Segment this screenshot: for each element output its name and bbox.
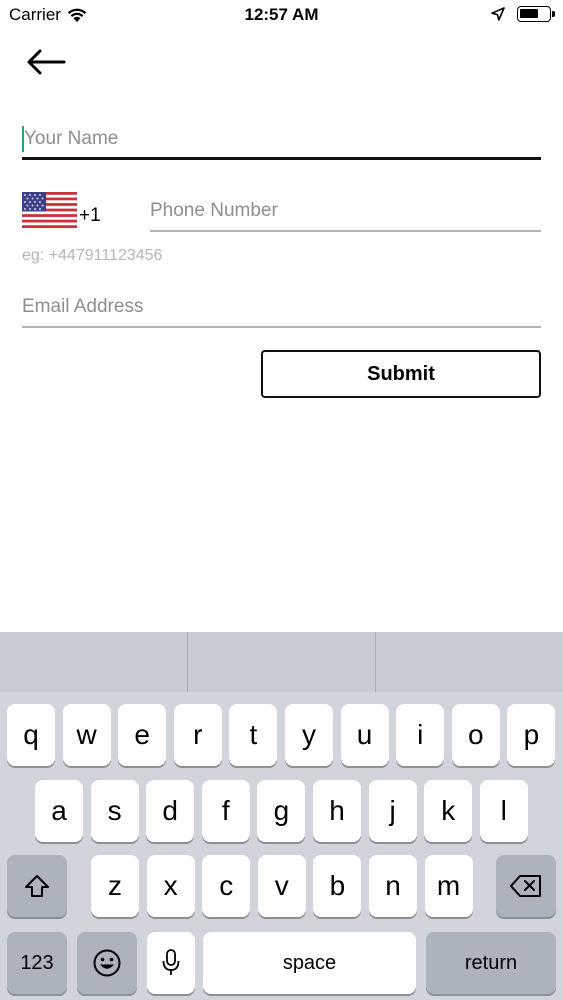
key-b[interactable]: b [313, 855, 362, 917]
carrier-group: Carrier [9, 5, 87, 25]
key-n[interactable]: n [369, 855, 417, 917]
suggestion-divider [375, 632, 376, 692]
key-v[interactable]: v [257, 855, 306, 917]
suggestion-divider [187, 632, 188, 692]
text-cursor [22, 126, 24, 152]
backspace-icon [510, 875, 541, 897]
key-z[interactable]: z [91, 855, 139, 917]
key-d[interactable]: d [146, 780, 195, 842]
status-bar: Carrier 12:57 AM [0, 0, 563, 30]
wifi-icon [67, 8, 87, 22]
submit-button[interactable]: Submit [261, 350, 541, 398]
battery-icon [517, 6, 555, 22]
key-l[interactable]: l [479, 780, 528, 842]
backspace-key[interactable] [496, 855, 556, 917]
key-m[interactable]: m [424, 855, 473, 917]
key-a[interactable]: a [35, 780, 83, 842]
key-p[interactable]: p [507, 704, 556, 766]
phone-field-container [150, 192, 541, 232]
email-field-container [22, 288, 541, 328]
name-input[interactable] [22, 120, 541, 157]
key-o[interactable]: o [451, 704, 500, 766]
key-x[interactable]: x [146, 855, 195, 917]
space-key[interactable]: space [203, 932, 416, 994]
shift-icon [25, 875, 49, 897]
email-input[interactable] [22, 288, 541, 326]
key-h[interactable]: h [313, 780, 361, 842]
dial-code: +1 [79, 205, 101, 226]
location-arrow-icon [491, 7, 505, 21]
us-flag-icon[interactable] [22, 192, 77, 228]
key-e[interactable]: e [118, 704, 167, 766]
key-u[interactable]: u [340, 704, 389, 766]
key-t[interactable]: t [229, 704, 278, 766]
emoji-key[interactable] [77, 932, 137, 994]
shift-key[interactable] [7, 855, 67, 917]
back-button[interactable] [24, 44, 68, 80]
key-c[interactable]: c [202, 855, 251, 917]
key-q[interactable]: q [7, 704, 55, 766]
key-s[interactable]: s [90, 780, 139, 842]
numbers-key[interactable]: 123 [7, 932, 67, 994]
keyboard: qwertyuiop asdfghjkl zxcvbnm 123 space r… [0, 632, 563, 1000]
suggestion-bar[interactable] [0, 632, 563, 692]
key-g[interactable]: g [257, 780, 306, 842]
key-f[interactable]: f [201, 780, 250, 842]
carrier-label: Carrier [9, 5, 61, 24]
microphone-icon [162, 949, 180, 975]
key-k[interactable]: k [424, 780, 473, 842]
return-key[interactable]: return [426, 932, 556, 994]
dictation-key[interactable] [147, 932, 195, 994]
phone-input[interactable] [150, 192, 541, 230]
key-i[interactable]: i [396, 704, 445, 766]
key-r[interactable]: r [173, 704, 222, 766]
key-w[interactable]: w [62, 704, 111, 766]
arrow-left-icon [27, 49, 66, 75]
name-field-container [22, 120, 541, 160]
emoji-icon [93, 949, 121, 977]
key-j[interactable]: j [368, 780, 417, 842]
phone-hint: eg: +447911123456 [22, 247, 163, 264]
status-icons [491, 6, 555, 22]
key-y[interactable]: y [285, 704, 333, 766]
